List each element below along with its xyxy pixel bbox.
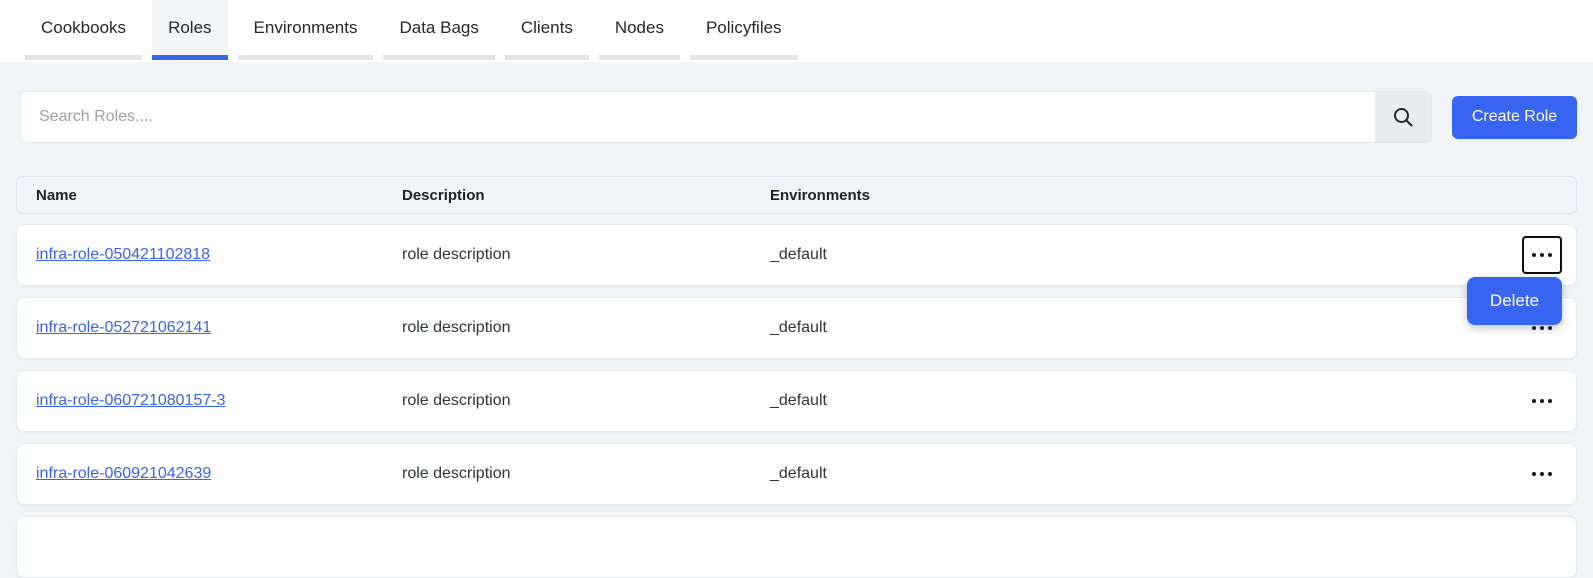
tab-clients[interactable]: Clients (505, 0, 589, 60)
ellipsis-horizontal-icon (1532, 399, 1536, 403)
tab-label: Policyfiles (706, 18, 782, 38)
row-actions: Delete (1522, 236, 1562, 274)
name-cell: infra-role-060921042639 (36, 465, 402, 483)
role-description: role description (402, 392, 770, 410)
tab-bar: Cookbooks Roles Environments Data Bags C… (0, 0, 1593, 62)
name-cell: infra-role-060721080157-3 (36, 392, 402, 410)
name-cell: infra-role-052721062141 (36, 319, 402, 337)
table-row: infra-role-052721062141 role description… (16, 297, 1577, 359)
tab-data-bags[interactable]: Data Bags (383, 0, 494, 60)
name-cell: infra-role-050421102818 (36, 246, 402, 264)
tab-label: Environments (254, 18, 358, 38)
ellipsis-horizontal-icon (1532, 472, 1536, 476)
role-name-link[interactable]: infra-role-060721080157-3 (36, 392, 225, 409)
table-row: infra-role-060721080157-3 role descripti… (16, 370, 1577, 432)
search-bar (20, 91, 1432, 143)
create-role-button[interactable]: Create Role (1452, 96, 1577, 139)
role-environment: _default (770, 319, 1522, 337)
table-row: infra-role-060921042639 role description… (16, 443, 1577, 505)
tab-policyfiles[interactable]: Policyfiles (690, 0, 798, 60)
tab-label: Nodes (615, 18, 664, 38)
search-icon (1392, 106, 1414, 128)
tab-cookbooks[interactable]: Cookbooks (25, 0, 142, 60)
infra-server-details-page: Cookbooks Roles Environments Data Bags C… (0, 0, 1593, 578)
role-name-link[interactable]: infra-role-060921042639 (36, 465, 211, 482)
tab-label: Roles (168, 18, 211, 38)
row-menu-popup: Delete (1467, 277, 1562, 325)
tab-environments[interactable]: Environments (238, 0, 374, 60)
tab-roles[interactable]: Roles (152, 0, 227, 60)
tab-list: Cookbooks Roles Environments Data Bags C… (25, 0, 798, 62)
role-environment: _default (770, 465, 1522, 483)
roles-table: infra-role-050421102818 role description… (16, 224, 1577, 505)
delete-button[interactable]: Delete (1467, 277, 1562, 325)
table-row: infra-role-050421102818 role description… (16, 224, 1577, 286)
role-description: role description (402, 319, 770, 337)
tab-label: Data Bags (399, 18, 478, 38)
roles-panel: Create Role Name Description Environment… (0, 91, 1593, 578)
row-actions (1522, 455, 1562, 493)
toolbar: Create Role (16, 91, 1577, 143)
role-environment: _default (770, 392, 1522, 410)
column-header-description: Description (402, 187, 770, 204)
role-description: role description (402, 465, 770, 483)
row-actions (1522, 382, 1562, 420)
column-header-environments: Environments (770, 187, 1576, 204)
search-input[interactable] (21, 92, 1375, 142)
ellipsis-horizontal-icon (1532, 253, 1536, 257)
ellipsis-horizontal-icon (1532, 326, 1536, 330)
table-header: Name Description Environments (16, 176, 1577, 214)
tab-label: Cookbooks (41, 18, 126, 38)
column-header-name: Name (36, 187, 402, 204)
row-menu-button[interactable] (1522, 236, 1562, 274)
role-description: role description (402, 246, 770, 264)
role-name-link[interactable]: infra-role-050421102818 (36, 246, 210, 263)
row-menu-button[interactable] (1522, 382, 1562, 420)
role-environment: _default (770, 246, 1522, 264)
search-button[interactable] (1375, 92, 1431, 142)
row-menu-button[interactable] (1522, 455, 1562, 493)
role-name-link[interactable]: infra-role-052721062141 (36, 319, 211, 336)
tab-nodes[interactable]: Nodes (599, 0, 680, 60)
tab-label: Clients (521, 18, 573, 38)
table-row-partial (16, 516, 1577, 578)
